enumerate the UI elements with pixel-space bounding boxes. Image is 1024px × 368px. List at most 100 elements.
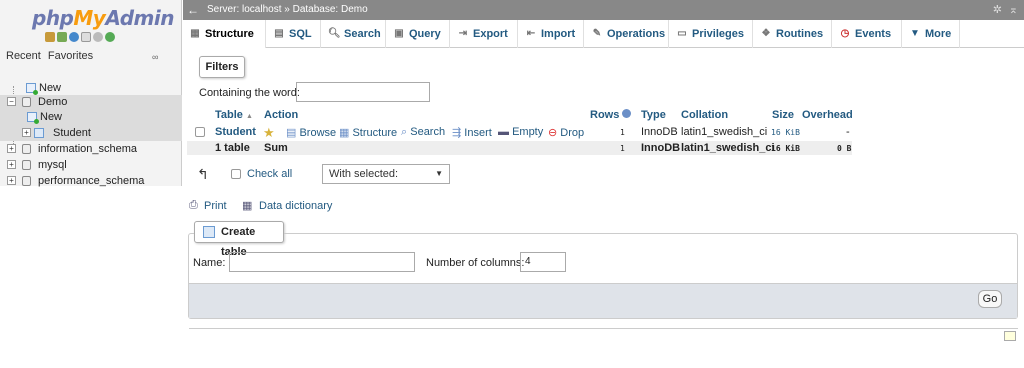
tree-item-demo[interactable]: − Demo — [0, 95, 182, 109]
browse-link[interactable]: ▤ Browse — [286, 126, 336, 139]
sum-label: Sum — [264, 142, 288, 154]
check-all-checkbox[interactable] — [231, 169, 241, 179]
tab-privileges[interactable]: ▭ Privileges — [670, 20, 753, 48]
divider — [189, 328, 1018, 329]
docs-icon[interactable] — [81, 32, 91, 42]
drop-link[interactable]: ⊖ Drop — [548, 126, 584, 139]
tree-item-information-schema[interactable]: + information_schema — [0, 142, 182, 156]
print-link[interactable]: Print — [204, 200, 227, 212]
structure-icon: ▦ — [190, 28, 200, 39]
tab-import[interactable]: ⇤ Import — [519, 20, 584, 48]
tab-routines[interactable]: ❖ Routines — [754, 20, 832, 48]
search-link[interactable]: ⌕ Search — [401, 126, 445, 139]
tree-item-new[interactable]: New — [0, 81, 182, 95]
tree-item-performance-schema[interactable]: + performance_schema — [0, 174, 182, 188]
help-icon[interactable] — [69, 32, 79, 42]
tree-item-mysql[interactable]: + mysql — [0, 158, 182, 172]
name-label: Name: — [193, 257, 226, 269]
database-icon — [22, 144, 31, 154]
arrow-ltr-icon: ↰ — [197, 166, 209, 182]
breadcrumb-bar: ← Server: localhost » Database: Demo ✲ ⌅ — [183, 0, 1024, 20]
column-header-size[interactable]: Size — [772, 109, 794, 123]
check-all-label[interactable]: Check all — [247, 168, 292, 180]
home-icon[interactable] — [45, 32, 55, 42]
structure-link[interactable]: ▦ Structure — [339, 126, 397, 139]
database-icon — [22, 176, 31, 186]
expand-icon[interactable]: + — [22, 128, 31, 137]
recent-tab[interactable]: Recent — [6, 50, 41, 62]
breadcrumb-database[interactable]: Database: Demo — [293, 4, 368, 15]
favorite-star-icon[interactable]: ★ — [263, 125, 275, 141]
query-icon: ▣ — [394, 28, 404, 39]
column-header-table[interactable]: Table ▲ — [215, 109, 253, 123]
collation-value: latin1_swedish_ci — [681, 126, 768, 138]
routines-icon: ❖ — [761, 28, 771, 39]
size-link[interactable]: 16 KiB — [771, 128, 800, 137]
chevron-down-icon: ▼ — [435, 169, 443, 178]
favorites-tab[interactable]: Favorites — [48, 50, 93, 62]
gear-icon[interactable]: ✲ — [993, 3, 1002, 16]
link-with-main-icon[interactable]: ∞ — [152, 52, 158, 62]
expand-icon[interactable]: + — [7, 160, 16, 169]
data-dictionary-link[interactable]: Data dictionary — [259, 200, 332, 212]
column-header-collation[interactable]: Collation — [681, 109, 728, 123]
empty-link[interactable]: ▬ Empty — [498, 126, 543, 138]
row-checkbox[interactable] — [195, 127, 205, 137]
table-count: 1 table — [215, 142, 250, 154]
phpmyadmin-logo[interactable]: phpMyAdmin — [32, 6, 174, 30]
tab-sql[interactable]: ▤ SQL — [267, 20, 321, 48]
sum-overhead: 0 B — [837, 144, 852, 153]
settings-icon[interactable] — [93, 32, 103, 42]
column-header-overhead[interactable]: Overhead — [802, 109, 853, 123]
tree-item-student[interactable]: + Student — [0, 126, 182, 140]
number-of-columns-input[interactable]: 4 — [520, 252, 566, 272]
column-header-action: Action — [264, 109, 299, 121]
search-icon: ⌕ — [401, 126, 408, 138]
expand-icon[interactable]: + — [7, 144, 16, 153]
sort-asc-icon: ▲ — [245, 113, 253, 120]
tab-structure[interactable]: ▦ Structure — [183, 20, 266, 48]
new-icon — [26, 83, 38, 95]
collapse-icon[interactable]: − — [7, 97, 16, 106]
export-icon: ⇥ — [458, 28, 468, 39]
table-name-link[interactable]: Student — [215, 126, 256, 138]
overhead-value: - — [846, 126, 850, 138]
tab-search[interactable]: 🔍︎ Search — [322, 20, 386, 48]
column-header-type[interactable]: Type — [641, 109, 666, 123]
tab-export[interactable]: ⇥ Export — [451, 20, 518, 48]
tree-item-new-table[interactable]: New — [0, 110, 182, 124]
sum-rows: 1 — [620, 144, 625, 153]
help-icon[interactable] — [622, 109, 632, 118]
tab-operations[interactable]: ✎ Operations — [585, 20, 669, 48]
column-header-rows[interactable]: Rows — [590, 109, 632, 123]
database-icon — [22, 97, 31, 107]
insert-link[interactable]: ⇶ Insert — [452, 126, 492, 139]
back-arrow-icon[interactable]: ← — [187, 3, 199, 17]
privileges-icon: ▭ — [677, 28, 687, 39]
filters-legend: Filters — [199, 56, 245, 78]
sum-collation: latin1_swedish_ci — [681, 142, 775, 154]
reload-icon[interactable] — [105, 32, 115, 42]
tab-query[interactable]: ▣ Query — [387, 20, 450, 48]
empty-icon: ▬ — [498, 126, 509, 138]
logout-icon[interactable] — [57, 32, 67, 42]
engine-value: InnoDB — [641, 126, 678, 138]
with-selected-select[interactable]: With selected: ▼ — [322, 164, 450, 184]
new-table-icon — [203, 226, 215, 238]
console-icon[interactable] — [1004, 331, 1016, 341]
table-name-input[interactable] — [229, 252, 415, 272]
collapse-up-icon[interactable]: ⌅ — [1009, 3, 1018, 16]
structure-icon: ▦ — [339, 127, 350, 139]
tab-more[interactable]: ▼ More — [903, 20, 960, 48]
clock-icon: ◷ — [840, 28, 850, 39]
number-of-columns-label: Number of columns: — [426, 257, 525, 269]
sql-icon: ▤ — [274, 28, 284, 39]
rows-value: 1 — [620, 128, 625, 137]
tab-bar: ▦ Structure ▤ SQL 🔍︎ Search ▣ Query ⇥ Export … — [183, 20, 1024, 48]
containing-word-label: Containing the word: — [199, 87, 300, 99]
go-button[interactable]: Go — [978, 290, 1002, 308]
filter-word-input[interactable] — [296, 82, 430, 102]
expand-icon[interactable]: + — [7, 176, 16, 185]
breadcrumb-server[interactable]: Server: localhost — [207, 4, 281, 15]
tab-events[interactable]: ◷ Events — [833, 20, 902, 48]
